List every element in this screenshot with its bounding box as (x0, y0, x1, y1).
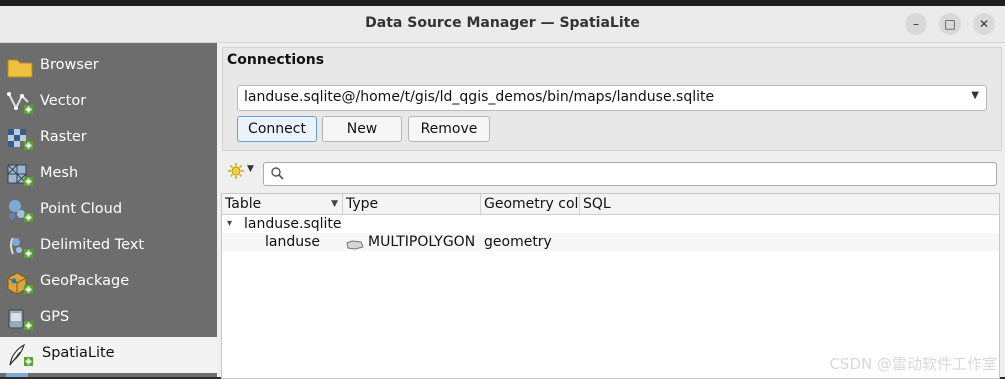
point-cloud-icon (6, 198, 34, 224)
sidebar: Browser Vector Raster Mesh Point Cloud D… (0, 43, 217, 377)
filter-options-icon[interactable] (227, 162, 245, 184)
tree-group-row[interactable]: ▾ landuse.sqlite (222, 215, 999, 233)
geopackage-icon (6, 270, 34, 296)
spatialite-feather-icon (6, 342, 34, 368)
vector-layer-icon (6, 90, 34, 116)
raster-layer-icon (6, 126, 34, 152)
sidebar-item-label: Browser (40, 57, 99, 73)
close-button[interactable]: ✕ (973, 13, 995, 35)
gps-icon (6, 306, 34, 332)
sidebar-item-raster[interactable]: Raster (0, 121, 217, 157)
sidebar-item-label: GPS (40, 309, 70, 325)
maximize-button[interactable]: □ (939, 13, 961, 35)
sidebar-item-label: Raster (40, 129, 87, 145)
connect-button[interactable]: Connect (237, 116, 317, 142)
group-label: landuse.sqlite (244, 216, 342, 232)
sidebar-item-spatialite[interactable]: SpatiaLite (0, 337, 217, 373)
watermark-text: CSDN @雷动软件工作室 (829, 355, 997, 373)
connection-select-value: landuse.sqlite@/home/t/gis/ld_qgis_demos… (244, 89, 715, 105)
table-row[interactable]: landuse MULTIPOLYGON geometry (222, 233, 999, 251)
geometry-type-cell: MULTIPOLYGON (368, 234, 476, 250)
sidebar-item-label: GeoPackage (40, 273, 130, 289)
tables-view[interactable]: Table ▼ Type Geometry colu SQL ▾ landuse… (221, 193, 1000, 379)
search-input[interactable] (288, 164, 992, 184)
data-source-manager-window: Data Source Manager — SpatiaLite – □ ✕ B… (0, 6, 1005, 379)
sidebar-item-vector[interactable]: Vector (0, 85, 217, 121)
sidebar-item-geopackage[interactable]: GeoPackage (0, 265, 217, 301)
connection-select[interactable]: landuse.sqlite@/home/t/gis/ld_qgis_demos… (237, 85, 987, 111)
remove-button[interactable]: Remove (408, 116, 490, 142)
mesh-layer-icon (6, 162, 34, 188)
chevron-down-icon: ▼ (971, 90, 979, 101)
sidebar-item-gps[interactable]: GPS (0, 301, 217, 337)
delimited-text-icon (6, 234, 34, 260)
sidebar-item-browser[interactable]: Browser (0, 49, 217, 85)
table-name-cell: landuse (265, 234, 321, 250)
expand-arrow-icon[interactable]: ▾ (227, 215, 232, 233)
sidebar-item-point-cloud[interactable]: Point Cloud (0, 193, 217, 229)
new-button[interactable]: New (322, 116, 402, 142)
folder-icon (6, 54, 34, 80)
column-header-table[interactable]: Table ▼ (222, 194, 343, 214)
sort-indicator-icon: ▼ (331, 199, 338, 209)
window-title: Data Source Manager — SpatiaLite (365, 15, 640, 31)
column-header-type[interactable]: Type (343, 194, 481, 214)
polygon-geometry-icon (346, 237, 364, 255)
connections-title: Connections (227, 52, 325, 68)
title-bar: Data Source Manager — SpatiaLite – □ ✕ (0, 6, 1005, 43)
geometry-column-cell: geometry (484, 234, 552, 250)
search-field[interactable] (263, 162, 997, 186)
main-panel: Connections landuse.sqlite@/home/t/gis/l… (219, 43, 1005, 379)
search-icon (270, 166, 284, 184)
table-header: Table ▼ Type Geometry colu SQL (222, 194, 999, 215)
sidebar-item-delimited-text[interactable]: Delimited Text (0, 229, 217, 265)
sidebar-item-label: Vector (40, 93, 87, 109)
sidebar-item-mesh[interactable]: Mesh (0, 157, 217, 193)
filter-row: ▼ (219, 155, 1005, 186)
minimize-button[interactable]: – (905, 13, 927, 35)
column-header-sql[interactable]: SQL (580, 194, 999, 214)
sidebar-item-label: Point Cloud (40, 201, 123, 217)
column-header-geometry[interactable]: Geometry colu (481, 194, 580, 214)
sidebar-item-label: Delimited Text (40, 237, 145, 253)
sidebar-item-label: Mesh (40, 165, 79, 181)
sidebar-item-label: SpatiaLite (42, 345, 115, 361)
chevron-down-icon[interactable]: ▼ (247, 164, 254, 174)
connections-group: Connections landuse.sqlite@/home/t/gis/l… (222, 47, 1002, 151)
column-header-label: Table (225, 196, 262, 212)
sidebar-next-item-icon (6, 373, 28, 377)
